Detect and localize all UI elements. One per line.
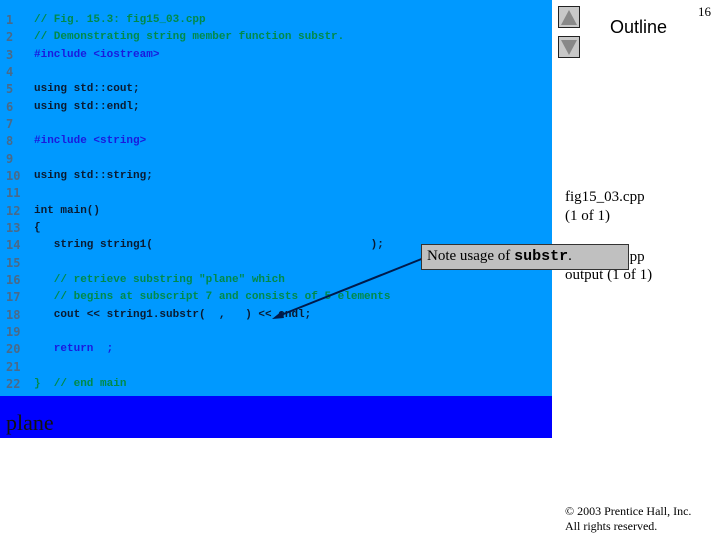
note-suffix: . (568, 248, 572, 264)
note-code: substr (514, 248, 569, 265)
callout-note: Note usage of substr. (421, 244, 629, 270)
rights: All rights reserved. (565, 519, 658, 533)
callout-arrow (272, 257, 425, 319)
note-text: Note usage of (427, 248, 515, 264)
copyright: © 2003 Prentice Hall, Inc. (565, 504, 692, 518)
